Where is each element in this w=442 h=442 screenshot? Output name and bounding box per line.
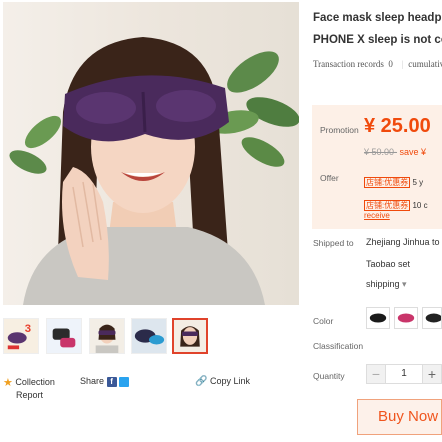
quantity-decrement-button[interactable]: − [366, 364, 386, 384]
share-label: Share [80, 376, 105, 386]
thumbnail-5-selected[interactable] [172, 318, 208, 354]
coupon-tag: 店铺:优惠券 [364, 177, 411, 188]
thumbnail-2[interactable] [46, 318, 82, 354]
color-swatch-black[interactable] [366, 307, 390, 329]
product-title: Face mask sleep headphones PHONE X sleep… [313, 10, 442, 49]
original-price: ¥ 50.00- [364, 147, 398, 157]
product-title-line1: Face mask sleep headphones [313, 12, 442, 24]
offer-label: Offer [320, 173, 339, 183]
copy-link-label: Copy Link [209, 376, 250, 386]
color-label: Color [313, 316, 334, 326]
original-price-row: ¥ 50.00- save ¥ [364, 147, 426, 157]
price-panel: Promotion ¥ 25.00 ¥ 50.00- save ¥ Offer … [312, 105, 442, 229]
twitter-icon[interactable] [119, 376, 130, 387]
coupon-text: 5 y [412, 178, 424, 187]
color-swatch-dark[interactable] [422, 307, 442, 329]
shipping-method-dropdown[interactable]: shipping ▾ [366, 279, 407, 290]
chevron-down-icon: ▾ [402, 279, 407, 289]
collection-button[interactable]: ★ Collection [3, 376, 55, 389]
quantity-input[interactable]: 1 [386, 364, 422, 384]
buy-now-button[interactable]: Buy Now [357, 399, 442, 435]
copy-link-button[interactable]: 🔗 Copy Link [195, 376, 250, 387]
report-link[interactable]: Report [16, 390, 43, 400]
save-text: save ¥ [399, 147, 427, 157]
quantity-increment-button[interactable]: + [422, 364, 442, 384]
collection-label: Collection [15, 376, 55, 387]
promotion-price: ¥ 25.00 [364, 115, 431, 137]
shipping-origin: Zhejiang Jinhua to [366, 237, 440, 247]
coupon-2[interactable]: 店铺:优惠券 10 c [364, 200, 428, 211]
shipping-method: shipping [366, 279, 400, 289]
shipped-to-label: Shipped to [313, 238, 354, 248]
records-label: Transaction records [313, 59, 384, 69]
star-icon: ★ [3, 377, 13, 389]
thumbnail-4[interactable] [131, 318, 167, 354]
coupon-1[interactable]: 店铺:优惠券 5 y [364, 177, 423, 188]
thumbnail-3[interactable] [89, 318, 125, 354]
receive-link[interactable]: receive [364, 211, 390, 220]
transaction-records: Transaction records 0 | cumulative [313, 59, 442, 69]
share-group: Share f [80, 376, 130, 387]
color-swatch-pink[interactable] [394, 307, 418, 329]
coupon-text: 10 c [412, 201, 428, 210]
main-product-image[interactable] [3, 2, 299, 305]
classification-label: Classification [313, 341, 364, 351]
product-title-line2: PHONE X sleep is not comfortable [313, 34, 442, 46]
shipping-destination[interactable]: Taobao set [366, 259, 410, 269]
link-icon: 🔗 [195, 376, 208, 388]
promotion-label: Promotion [320, 125, 359, 135]
quantity-label: Quantity [313, 371, 345, 381]
records-count: 0 [388, 59, 393, 69]
facebook-icon[interactable]: f [106, 376, 117, 387]
svg-text:3: 3 [25, 323, 31, 335]
thumbnail-1[interactable]: 3 [3, 318, 39, 354]
coupon-tag: 店铺:优惠券 [364, 200, 411, 211]
records-tail: cumulative [408, 59, 442, 69]
